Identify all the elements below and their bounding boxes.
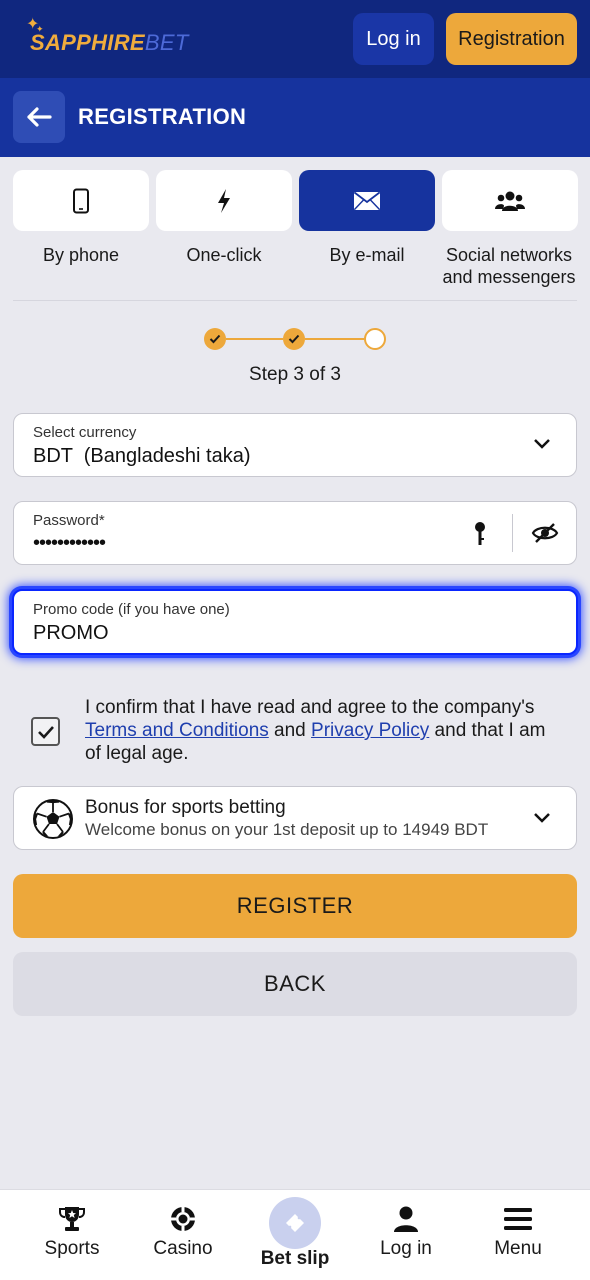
ticket-icon <box>286 1214 304 1232</box>
promo-code-field[interactable]: Promo code (if you have one) PROMO <box>12 589 578 655</box>
user-icon <box>394 1206 418 1232</box>
chevron-down-icon <box>534 439 550 449</box>
lightning-icon <box>218 188 230 213</box>
tab-social-networks[interactable] <box>442 170 578 231</box>
promo-value: PROMO <box>33 622 109 644</box>
bonus-title: Bonus for sports betting <box>85 797 286 818</box>
step-1-complete <box>204 328 226 350</box>
currency-select[interactable]: Select currency BDT (Bangladeshi taka) <box>13 413 577 477</box>
header-login-button[interactable]: Log in <box>353 13 434 65</box>
logo-text: SAPPHIREBET <box>30 30 189 56</box>
nav-casino-label: Casino <box>153 1238 213 1259</box>
back-button[interactable]: BACK <box>13 952 577 1016</box>
step-2-complete <box>283 328 305 350</box>
step-3-current <box>364 328 386 350</box>
tab-label-social-networks: Social networks and messengers <box>442 245 576 287</box>
header-registration-button[interactable]: Registration <box>446 13 577 65</box>
page-title: REGISTRATION <box>78 104 247 129</box>
password-value: •••••••••••• <box>33 532 106 554</box>
terms-text: I confirm that I have read and agree to … <box>85 696 565 765</box>
divider <box>13 300 577 301</box>
nav-bet-slip-label: Bet slip <box>260 1248 330 1269</box>
bonus-select[interactable]: Bonus for sports betting Welcome bonus o… <box>13 786 577 850</box>
tab-label-by-email: By e-mail <box>329 245 405 265</box>
logo-text-accent: BET <box>144 30 189 55</box>
tab-by-email[interactable] <box>299 170 435 231</box>
nav-log-in[interactable]: Log in <box>351 1204 461 1260</box>
phone-icon <box>73 188 89 213</box>
nav-casino[interactable]: Casino <box>128 1204 238 1260</box>
chevron-down-icon <box>534 813 550 823</box>
chip-icon <box>171 1207 195 1231</box>
check-icon <box>288 334 300 344</box>
users-icon <box>495 191 525 211</box>
currency-value: BDT (Bangladeshi taka) <box>33 445 251 467</box>
check-icon <box>209 334 221 344</box>
password-label: Password* <box>33 512 105 529</box>
back-arrow-button[interactable] <box>13 91 65 143</box>
nav-sports-label: Sports <box>44 1238 100 1259</box>
currency-label: Select currency <box>33 424 137 441</box>
password-field[interactable]: Password* •••••••••••• <box>13 501 577 565</box>
hamburger-icon <box>504 1208 532 1230</box>
nav-menu[interactable]: Menu <box>463 1204 573 1260</box>
bonus-subtitle: Welcome bonus on your 1st deposit up to … <box>85 820 489 839</box>
terms-and: and <box>268 720 312 741</box>
terms-prefix: I confirm that I have read and agree to … <box>85 697 535 718</box>
trophy-icon <box>59 1207 85 1231</box>
check-icon <box>37 725 54 739</box>
key-icon[interactable] <box>473 521 487 547</box>
tab-label-one-click: One-click <box>186 245 262 265</box>
step-connector <box>305 338 364 340</box>
field-divider <box>512 514 513 552</box>
nav-menu-label: Menu <box>494 1238 542 1259</box>
logo-text-main: SAPPHIRE <box>30 30 145 55</box>
envelope-icon <box>353 191 381 210</box>
arrow-left-icon <box>27 107 52 127</box>
eye-slash-icon[interactable] <box>531 522 559 544</box>
tab-by-phone[interactable] <box>13 170 149 231</box>
privacy-policy-link[interactable]: Privacy Policy <box>311 720 429 741</box>
step-indicator-text: Step 3 of 3 <box>249 364 341 385</box>
terms-checkbox[interactable] <box>31 717 60 746</box>
terms-and-conditions-link[interactable]: Terms and Conditions <box>85 720 269 741</box>
register-button[interactable]: REGISTER <box>13 874 577 938</box>
soccer-ball-icon <box>33 799 73 839</box>
promo-label: Promo code (if you have one) <box>33 601 230 618</box>
nav-log-in-label: Log in <box>380 1238 432 1259</box>
step-connector <box>226 338 283 340</box>
nav-bet-slip[interactable] <box>269 1197 321 1249</box>
tab-one-click[interactable] <box>156 170 292 231</box>
nav-sports[interactable]: Sports <box>17 1204 127 1260</box>
tab-label-by-phone: By phone <box>42 245 120 265</box>
